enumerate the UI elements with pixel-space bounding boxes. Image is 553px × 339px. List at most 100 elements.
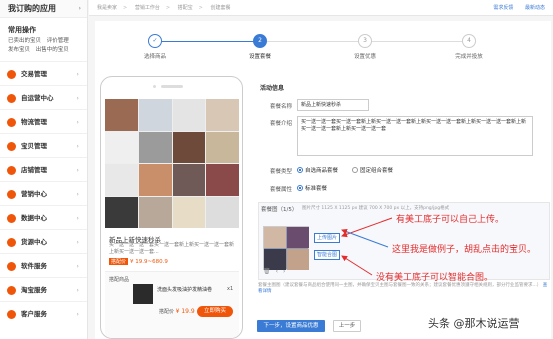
sidebar-item-sourcing[interactable]: 货源中心 › [0, 229, 87, 253]
sidebar-item-data[interactable]: 数据中心 › [0, 205, 87, 229]
news-link[interactable]: 最新动态 [525, 5, 545, 11]
step-connector [267, 41, 359, 42]
sidebar-item-software[interactable]: 软件服务 › [0, 253, 87, 277]
link-on-sale-items[interactable]: 出售中的宝贝 [36, 47, 69, 53]
items-icon [7, 142, 16, 151]
breadcrumb-separator: > [165, 5, 171, 11]
sidebar-item-label: 客户服务 [21, 310, 47, 318]
product-thumb [172, 196, 206, 228]
product-thumb [105, 164, 138, 196]
next-step-button[interactable]: 下一步，设置商品优惠 [257, 320, 325, 332]
attr-option-standard[interactable]: 标准套餐 [297, 184, 327, 192]
breadcrumb-item[interactable]: 营销工作台 [135, 5, 160, 11]
product-thumb [138, 99, 172, 131]
phone-preview: 新品上新快速秒杀 买一送一送一送一套买一送一套新上新买一送一送一套新上新买一送一… [100, 76, 243, 339]
step-connector [155, 41, 258, 42]
phone-speaker [161, 85, 183, 88]
image-hint: 图片尺寸 1125 X 1125 px 建议 700 X 700 px 以上，支… [302, 206, 450, 211]
breadcrumb-item[interactable]: 我是卖家 [97, 5, 117, 11]
chevron-right-icon: › [76, 214, 79, 222]
prev-step-button[interactable]: 上一步 [333, 320, 361, 332]
product-thumb [138, 164, 172, 196]
type-option-custom[interactable]: 自选商品套餐 [297, 166, 338, 174]
sidebar-item-items[interactable]: 宝贝管理 › [0, 133, 87, 157]
buy-now-button[interactable]: 立即购买 [197, 306, 233, 317]
data-icon [7, 214, 16, 223]
radio-checked-icon [297, 185, 303, 191]
type-label: 套餐类型 [269, 169, 292, 175]
common-actions-title: 常用操作 [8, 26, 36, 34]
sidebar-item-label: 宝贝管理 [21, 142, 47, 150]
package-name-input[interactable]: 新品上新快速秒杀 [297, 99, 369, 111]
chevron-left-icon[interactable]: ‹ [276, 268, 278, 275]
package-intro-textarea[interactable]: 买一送一送一套买一送一套新上新买一送一送一套新上新买一送一送一套新上新买一送一送… [297, 116, 533, 156]
combo-price-value: ¥ 19.9 [175, 308, 195, 315]
breadcrumb-item[interactable]: 搭配宝 [178, 5, 193, 11]
product-thumb [172, 99, 206, 131]
link-publish-item[interactable]: 发布宝贝 [8, 47, 30, 53]
sidebar-item-marketing[interactable]: 营销中心 › [0, 181, 87, 205]
service-icon [7, 286, 16, 295]
upload-image-button[interactable]: 上传图片 [314, 233, 340, 243]
sidebar-item-self-operate[interactable]: 自运营中心 › [0, 85, 87, 109]
sidebar: 我订购的应用 › 常用操作 已卖出的宝贝 评价管理 发布宝贝 出售中的宝贝 交易… [0, 0, 88, 339]
combo-title: 搭配商品 [109, 277, 130, 283]
image-box-title: 套餐图（1/5） [261, 205, 297, 213]
product-thumb [138, 131, 172, 163]
thumbnail-controls: 🗑 ‹ › [263, 268, 290, 275]
breadcrumb-separator: > [198, 5, 203, 11]
type-option-fixed[interactable]: 固定组合套餐 [352, 166, 393, 174]
radio-label: 自选商品套餐 [305, 168, 339, 174]
chevron-right-icon: › [76, 310, 79, 318]
sidebar-item-logistics[interactable]: 物流管理 › [0, 109, 87, 133]
step-1-label: 选择商品 [143, 54, 166, 60]
package-image-thumbnail[interactable] [263, 226, 309, 270]
step-connector [369, 41, 472, 42]
step-4-label: 完成并投放 [455, 54, 483, 60]
preview-price: 搭配价 ¥ 19.9~680.9 [109, 258, 168, 265]
price-value: ¥ 19.9~680.9 [130, 259, 168, 265]
breadcrumb: 我是卖家 > 营销工作台 > 搭配宝 > 创建套餐 需求反馈 最新动态 [89, 0, 553, 16]
sidebar-item-label: 自运营中心 [21, 94, 54, 102]
thumbnail-part [287, 249, 309, 270]
chevron-right-icon: › [76, 190, 79, 198]
thumbnail-part [287, 227, 309, 248]
chevron-right-icon: › [76, 118, 79, 126]
thumbnail-part [264, 227, 286, 248]
sidebar-item-label: 交易管理 [21, 70, 47, 78]
sidebar-item-customer-service[interactable]: 客户服务 › [0, 301, 87, 325]
chevron-right-icon[interactable]: › [283, 268, 285, 275]
chevron-right-icon[interactable]: › [79, 0, 81, 18]
chevron-right-icon: › [76, 166, 79, 174]
sidebar-header-label: 我订购的应用 [8, 4, 56, 13]
radio-label: 固定组合套餐 [360, 168, 394, 174]
product-thumb [172, 131, 206, 163]
attr-label: 套餐属性 [269, 187, 292, 193]
product-thumb [138, 196, 172, 228]
link-sold-items[interactable]: 已卖出的宝贝 [8, 38, 41, 44]
image-count: （1/5） [277, 207, 298, 213]
step-1-circle: ✓ [148, 34, 162, 48]
feedback-link[interactable]: 需求反馈 [493, 5, 513, 11]
sidebar-item-label: 货源中心 [21, 238, 47, 246]
sidebar-item-taobao-service[interactable]: 淘宝服务 › [0, 277, 87, 301]
link-review-manage[interactable]: 评价管理 [47, 38, 69, 44]
product-thumb [206, 196, 239, 228]
sidebar-item-label: 淘宝服务 [21, 286, 47, 294]
sidebar-item-shop[interactable]: 店铺管理 › [0, 157, 87, 181]
chevron-right-icon: › [76, 238, 79, 246]
smart-merge-button[interactable]: 智能合图 [314, 250, 340, 260]
breadcrumb-separator: > [123, 5, 128, 11]
shop-icon [7, 166, 16, 175]
radio-unchecked-icon [352, 167, 358, 173]
combo-price-label: 搭配价 [159, 309, 175, 315]
product-image-grid [105, 99, 239, 228]
sidebar-item-trade[interactable]: 交易管理 › [0, 61, 87, 85]
chevron-right-icon: › [76, 70, 79, 78]
chevron-right-icon: › [76, 262, 79, 270]
combo-section: 搭配商品 洗面头发吸油护发精油卷 x1 搭配价 ¥ 19.9 立即购买 [105, 271, 239, 338]
trash-icon[interactable]: 🗑 [263, 268, 271, 275]
logistics-icon [7, 118, 16, 127]
sidebar-header[interactable]: 我订购的应用 › [0, 0, 87, 18]
chevron-right-icon: › [76, 94, 79, 102]
